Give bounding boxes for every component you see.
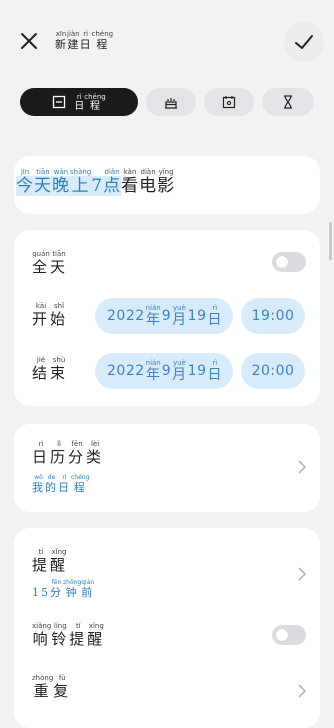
category-value: 我wǒ的de日rì程chéng — [32, 474, 89, 495]
repeat-label: 重zhòng复fù — [32, 674, 71, 701]
ruby-char: 铃líng — [51, 622, 70, 648]
date-number: 19 — [187, 308, 207, 324]
hourglass-icon — [284, 95, 292, 109]
ruby-char: 日rì — [79, 30, 92, 51]
ruby-char: 始shǐ — [50, 302, 69, 328]
ruby-char: 分fēn — [68, 440, 87, 466]
ruby-char: 历lì — [50, 440, 69, 466]
check-icon — [295, 35, 313, 49]
ruby-char: 前qián — [81, 579, 95, 599]
date-number: 19 — [187, 363, 207, 379]
scrollbar[interactable] — [329, 222, 332, 260]
ruby-char: 日rì — [207, 358, 222, 383]
ruby-char: 我wǒ — [32, 474, 45, 494]
reminder-label: 提tí醒xǐng — [32, 548, 68, 575]
calendar-square-icon — [53, 95, 66, 109]
ruby-char: 的de — [45, 474, 58, 494]
start-date-pill[interactable]: 2022 年nián 9 月yuè 19 日rì — [95, 298, 233, 334]
category-label: 日rì历lì分fēn类lèi — [32, 440, 104, 467]
chevron-right-icon — [298, 684, 307, 698]
ruby-char: 程chéng — [91, 30, 114, 51]
ruby-char: 7 — [91, 176, 104, 196]
ruby-char: 醒xǐng — [87, 622, 106, 648]
top-bar: 新xīn建jiàn日rì程chéng — [0, 0, 334, 82]
ruby-char: 类lèi — [86, 440, 105, 466]
date-number: 9 — [161, 308, 172, 324]
close-button[interactable] — [18, 30, 40, 52]
end-date-pill[interactable]: 2022 年nián 9 月yuè 19 日rì — [95, 353, 233, 389]
confirm-button[interactable] — [284, 22, 324, 62]
toggle-knob — [276, 256, 288, 268]
ruby-char: 日rì — [58, 474, 71, 494]
ruby-char: 天tiān — [34, 168, 52, 196]
reminder-value[interactable]: 15分fēn钟zhōng前qián — [32, 579, 94, 600]
ruby-char: 结jié — [32, 356, 51, 382]
end-label: 结jié束shù — [32, 356, 68, 383]
ruby-char: 电diàn — [139, 168, 158, 196]
birthday-cake-icon — [165, 98, 177, 109]
anniversary-calendar-icon — [222, 96, 236, 109]
event-title-rest: 看kàn电diàn影yǐng — [121, 168, 176, 196]
event-type-tabs: 日rì程chéng — [20, 88, 314, 116]
all-day-toggle[interactable] — [272, 252, 306, 272]
ruby-char: 日rì — [32, 440, 51, 466]
ruby-char: 开kāi — [32, 302, 51, 328]
date-number: 2022 — [107, 308, 145, 324]
ruby-char: 建jiàn — [67, 30, 80, 51]
tab-schedule[interactable]: 日rì程chéng — [20, 88, 138, 116]
ruby-char: 15 — [32, 586, 50, 599]
ruby-char: 年nián — [145, 358, 161, 383]
ruby-char: 提tí — [69, 622, 88, 648]
calendar-category-row[interactable] — [14, 424, 320, 512]
start-label: 开kāi始shǐ — [32, 302, 68, 329]
ruby-char: 今jīn — [16, 168, 34, 196]
chevron-right-icon — [298, 460, 307, 474]
ruby-char: 点diǎn — [103, 168, 122, 196]
start-time: 19:00 — [251, 308, 295, 324]
end-time-pill[interactable]: 20:00 — [241, 353, 305, 389]
chevron-right-icon — [298, 567, 307, 581]
end-time: 20:00 — [251, 363, 295, 379]
tab-birthday[interactable] — [146, 88, 196, 116]
ruby-char: 晚wǎn — [52, 168, 70, 196]
event-title-selected-text: 今jīn天tiān晚wǎn上shàng7点diǎn — [16, 168, 122, 196]
event-title-input[interactable]: 今jīn天tiān晚wǎn上shàng7点diǎn看kàn电diàn影yǐng — [16, 168, 175, 196]
ruby-char: 影yǐng — [157, 168, 176, 196]
ruby-char: 月yuè — [172, 358, 187, 383]
ruby-char: 月yuè — [172, 303, 187, 328]
ruby-char: 提tí — [32, 548, 51, 574]
ruby-char: 重zhòng — [32, 674, 54, 700]
tab-countdown[interactable] — [262, 88, 314, 116]
tab-schedule-label: 日rì程chéng — [74, 92, 106, 112]
ruby-char: 新xīn — [55, 30, 67, 51]
ring-reminder-toggle[interactable] — [272, 625, 306, 645]
tab-anniversary[interactable] — [204, 88, 254, 116]
close-icon — [21, 33, 37, 49]
toggle-knob — [276, 629, 288, 641]
ruby-char: 年nián — [145, 303, 161, 328]
ruby-char: 醒xǐng — [50, 548, 69, 574]
ruby-char: 天tiān — [50, 250, 69, 276]
ring-reminder-label: 响xiǎng铃líng提tí醒xǐng — [32, 622, 105, 649]
ruby-char: 程chéng — [71, 474, 90, 494]
date-number: 9 — [161, 363, 172, 379]
ruby-char: 复fù — [53, 674, 72, 700]
page-title: 新xīn建jiàn日rì程chéng — [55, 30, 113, 52]
all-day-label: 全quán天tiān — [32, 250, 68, 277]
start-time-pill[interactable]: 19:00 — [241, 298, 305, 334]
ruby-char: 束shù — [50, 356, 69, 382]
ruby-char: 上shàng — [70, 168, 92, 196]
ruby-char: 全quán — [32, 250, 51, 276]
ruby-char: 日rì — [207, 303, 222, 328]
ruby-char: 响xiǎng — [32, 622, 52, 648]
date-number: 2022 — [107, 363, 145, 379]
ruby-char: 看kàn — [121, 168, 140, 196]
ruby-char: 分fēn — [50, 579, 63, 599]
ruby-char: 钟zhōng — [63, 579, 82, 599]
